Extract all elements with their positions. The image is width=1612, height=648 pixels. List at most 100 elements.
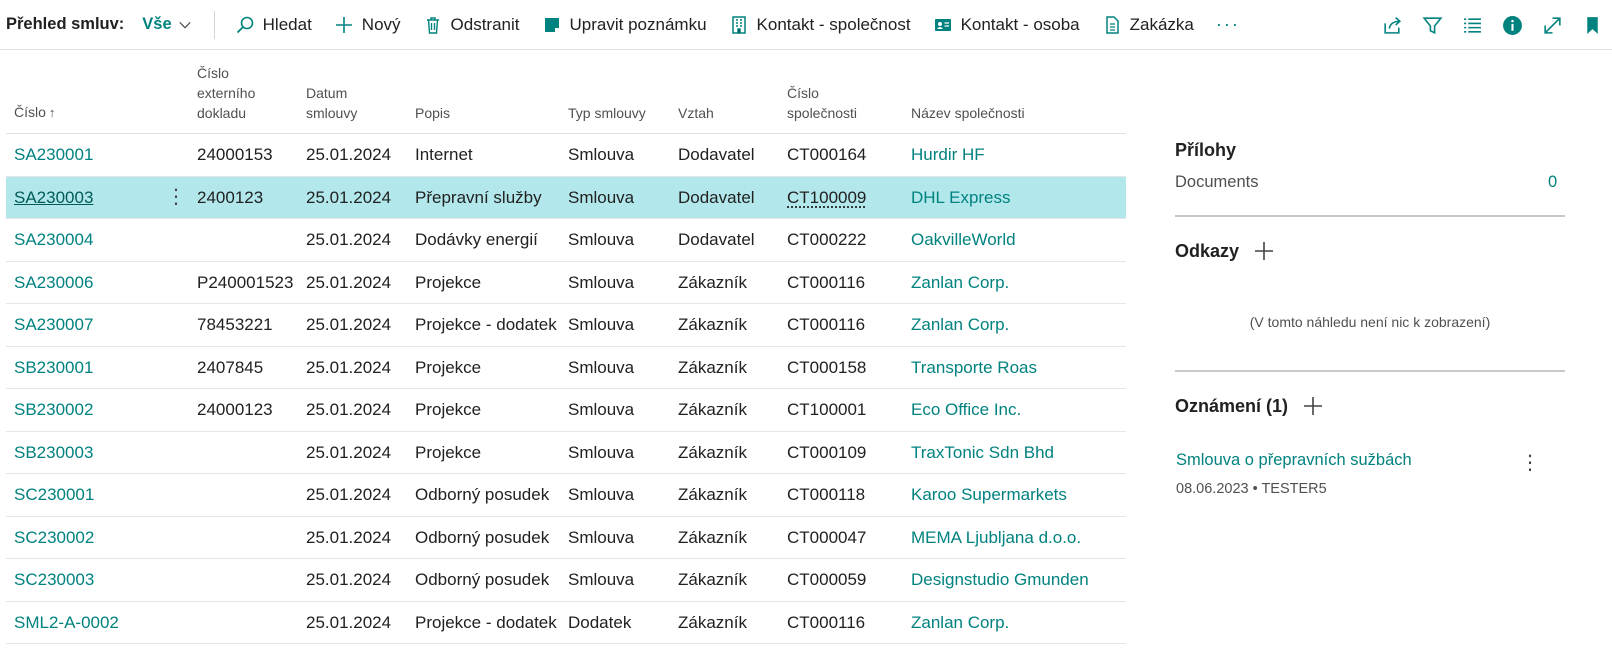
cell-number[interactable]: SB230002 [14, 389, 184, 431]
factbox-divider [1175, 370, 1565, 372]
note-title-link[interactable]: Smlouva o přepravních sužbách [1176, 451, 1412, 470]
chevron-down-icon [178, 21, 191, 28]
links-empty-message: (V tomto náhledu není nic k zobrazení) [1249, 314, 1491, 330]
cell-company-name[interactable]: Eco Office Inc. [911, 389, 1123, 431]
edit-note-button[interactable]: Upravit poznámku [542, 15, 707, 35]
note-more-menu[interactable]: ⋮ [1520, 450, 1540, 475]
column-header-date[interactable]: Datum smlouvy [306, 83, 386, 123]
order-button[interactable]: Zakázka [1102, 15, 1194, 35]
cell-relation: Zákazník [678, 400, 747, 419]
column-header-description[interactable]: Popis [415, 103, 567, 123]
cell-contract-type: Smlouva [568, 570, 635, 589]
column-header-external-doc[interactable]: Číslo externího dokladu [197, 63, 277, 123]
notes-title-label: Oznámení (1) [1175, 395, 1289, 416]
documents-label: Documents [1175, 173, 1259, 191]
cell-company-number: CT000164 [787, 145, 867, 164]
cell-number[interactable]: SA230007 [14, 304, 184, 346]
cell-company-name[interactable]: DHL Express [911, 177, 1123, 219]
cell-external-doc: 24000153 [197, 145, 273, 164]
cell-relation: Zákazník [678, 272, 747, 292]
cell-number[interactable]: SC230001 [14, 474, 184, 516]
column-header-contract-type[interactable]: Typ smlouvy [568, 103, 676, 123]
table-row[interactable]: SA230007 78453221 25.01.2024 Projekce - dod… [6, 304, 1126, 347]
table-row[interactable]: SC230001 25.01.2024 Odborný posudek Smlouva… [6, 474, 1126, 517]
bookmark-icon [1586, 16, 1598, 34]
contact-company-button-label: Kontakt - společnost [756, 14, 911, 34]
note-meta: 08.06.2023 • TESTER5 [1176, 481, 1327, 497]
cell-company-number: CT100009 [787, 187, 867, 207]
table-row[interactable]: SC230002 25.01.2024 Odborný posudek Smlouva… [6, 517, 1126, 559]
table-row[interactable]: SB230003 25.01.2024 Projekce Smlouva Zákazní… [6, 432, 1126, 474]
cell-company-name[interactable]: OakvilleWorld [911, 219, 1123, 261]
cell-company-number: CT100001 [787, 400, 867, 419]
cell-company-name[interactable]: MEMA Ljubljana d.o.o. [911, 517, 1123, 559]
cell-company-name[interactable]: Zanlan Corp. [911, 602, 1123, 644]
cell-company-number: CT000222 [787, 230, 867, 249]
bookmark-button[interactable] [1572, 0, 1612, 50]
cell-number[interactable]: SB230001 [14, 347, 184, 389]
add-note-icon[interactable] [1302, 395, 1324, 417]
more-actions-button[interactable]: ··· [1216, 14, 1240, 35]
contact-company-button[interactable]: Kontakt - společnost [729, 15, 911, 35]
expand-button[interactable] [1532, 0, 1572, 50]
cell-number[interactable]: SB230003 [14, 432, 184, 474]
documents-count-link[interactable]: 0 [1548, 173, 1557, 192]
search-icon [236, 16, 253, 33]
cell-company-name[interactable]: TraxTonic Sdn Bhd [911, 432, 1123, 474]
cell-company-name[interactable]: Designstudio Gmunden [911, 559, 1123, 601]
info-button[interactable] [1492, 0, 1532, 50]
column-header-relation[interactable]: Vztah [678, 103, 786, 123]
cell-relation: Zákazník [678, 527, 747, 547]
filter-button[interactable] [1412, 0, 1452, 50]
cell-company-name[interactable]: Transporte Roas [911, 347, 1123, 389]
cell-number[interactable]: SA230006 [14, 262, 184, 304]
toolbar-separator [213, 10, 215, 39]
cell-number[interactable]: SA230001 [14, 134, 184, 176]
table-row[interactable]: SA230004 25.01.2024 Dodávky energií Smlouva… [6, 219, 1126, 262]
cell-contract-type: Smlouva [568, 315, 635, 334]
table-row[interactable]: SA230001 24000153 25.01.2024 Internet Smlouv… [6, 134, 1126, 177]
cell-company-name[interactable]: Karoo Supermarkets [911, 474, 1123, 516]
table-row[interactable]: SB230002 24000123 25.01.2024 Projekce Smlouv… [6, 389, 1126, 432]
table-row[interactable]: SA230003 2400123 25.01.2024 Přepravní služb… [6, 176, 1126, 219]
cell-number[interactable]: SC230003 [14, 559, 184, 601]
cell-external-doc: 2407845 [197, 357, 264, 377]
cell-number[interactable]: SC230002 [14, 517, 184, 559]
add-link-icon[interactable] [1253, 240, 1275, 262]
search-button[interactable]: Hledat [235, 15, 312, 35]
cell-description: Projekce [415, 442, 482, 462]
row-more-menu[interactable]: ⋮ [166, 177, 186, 219]
cell-relation: Dodavatel [678, 187, 755, 207]
cell-contract-type: Smlouva [568, 187, 635, 207]
factbox-divider [1175, 215, 1565, 217]
cell-number[interactable]: SA230004 [14, 219, 184, 261]
cell-company-name[interactable]: Zanlan Corp. [911, 262, 1123, 304]
cell-relation: Zákazník [678, 357, 747, 377]
table-row[interactable]: SML2-A-0002 25.01.2024 Projekce - dodatek D… [6, 602, 1126, 644]
cell-contract-type: Dodatek [568, 612, 632, 632]
new-button[interactable]: Nový [334, 15, 401, 35]
column-header-company-name[interactable]: Název společnosti [911, 103, 1123, 123]
list-view-button[interactable] [1452, 0, 1492, 50]
delete-button[interactable]: Odstranit [423, 15, 520, 35]
cell-company-name[interactable]: Hurdir HF [911, 134, 1123, 176]
column-header-number[interactable]: Číslo ↑ [14, 102, 164, 123]
column-header-company-number[interactable]: Číslo společnosti [787, 83, 877, 123]
cell-external-doc [197, 559, 305, 601]
share-button[interactable] [1372, 0, 1412, 50]
edit-note-button-label: Upravit poznámku [569, 14, 707, 34]
table-row[interactable]: SA230006 P240001523 25.01.2024 Projekce Smlo… [6, 262, 1126, 304]
contact-person-button[interactable]: Kontakt - osoba [933, 15, 1080, 35]
cell-description: Dodávky energií [415, 230, 538, 249]
cell-contract-type: Smlouva [568, 527, 635, 547]
table-row[interactable]: SB230001 2407845 25.01.2024 Projekce Smlouva… [6, 347, 1126, 389]
cell-company-name[interactable]: Zanlan Corp. [911, 304, 1123, 346]
view-filter-select[interactable]: Vše [142, 15, 191, 34]
table-row[interactable]: SC230003 25.01.2024 Odborný posudek Smlouva… [6, 559, 1126, 602]
note-edit-icon [544, 17, 559, 32]
cell-contract-type: Smlouva [568, 272, 635, 292]
cell-number[interactable]: SML2-A-0002 [14, 602, 184, 644]
cell-date: 25.01.2024 [306, 527, 392, 547]
cell-number[interactable]: SA230003 [14, 177, 184, 219]
cell-company-number: CT000158 [787, 357, 867, 377]
